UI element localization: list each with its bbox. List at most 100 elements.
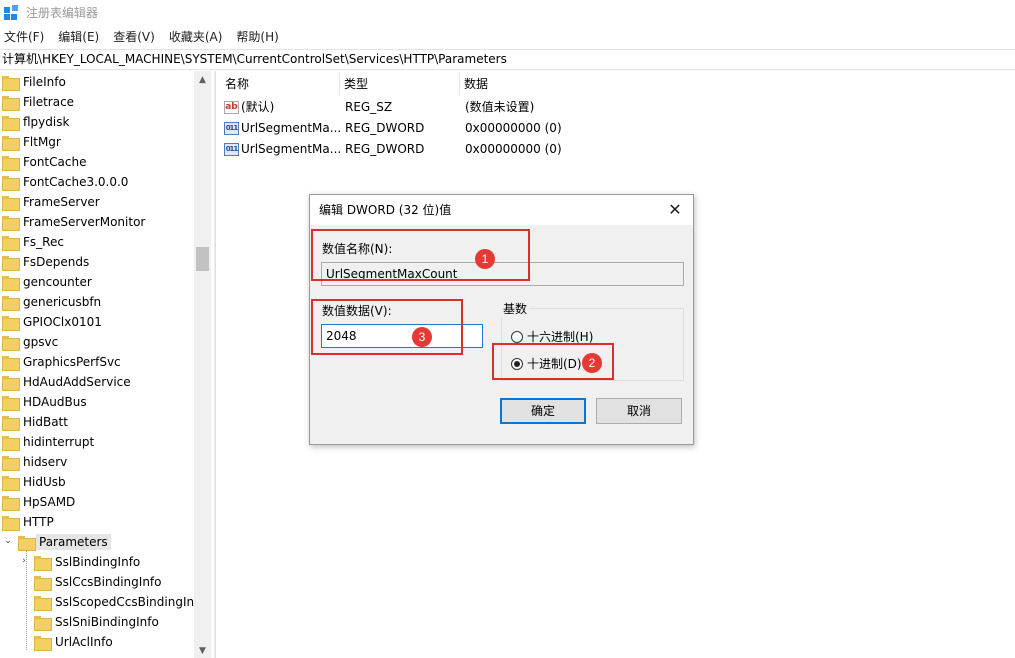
tree-item-label: Filetrace bbox=[23, 95, 75, 109]
column-header-name[interactable]: 名称 bbox=[221, 73, 340, 95]
menu-file[interactable]: 文件(F) bbox=[0, 27, 48, 47]
tree-item-label: flpydisk bbox=[23, 115, 70, 129]
value-row[interactable]: ab (默认) REG_SZ (数值未设置) bbox=[221, 96, 621, 117]
folder-icon bbox=[2, 435, 20, 451]
value-name: UrlSegmentMa... bbox=[241, 120, 342, 135]
value-name: (默认) bbox=[241, 100, 275, 114]
tree-child-item[interactable]: SslSniBindingInfo bbox=[34, 612, 159, 632]
tree-item[interactable]: GPIOClx0101 bbox=[2, 312, 102, 332]
base-label: 基数 bbox=[501, 300, 530, 317]
tree-item[interactable]: HpSAMD bbox=[2, 492, 75, 512]
tree-item[interactable]: flpydisk bbox=[2, 112, 69, 132]
tree-item[interactable]: HDAudBus bbox=[2, 392, 87, 412]
tree-item[interactable]: HidBatt bbox=[2, 412, 68, 432]
tree-item[interactable]: hidinterrupt bbox=[2, 432, 94, 452]
value-name: UrlSegmentMa... bbox=[241, 141, 342, 156]
tree-item-label: gpsvc bbox=[23, 335, 59, 349]
radio-unchecked-icon bbox=[511, 330, 523, 343]
tree-item[interactable]: FileInfo bbox=[2, 72, 66, 92]
folder-icon bbox=[2, 235, 20, 251]
annotation-box-1 bbox=[311, 229, 530, 281]
title-bar: 注册表编辑器 bbox=[0, 0, 1015, 25]
tree-item[interactable]: genericusbfn bbox=[2, 292, 101, 312]
tree-scrollbar[interactable]: ▲ ▼ bbox=[194, 71, 211, 658]
value-type: REG_SZ bbox=[345, 99, 393, 114]
folder-icon bbox=[2, 455, 20, 471]
tree-item[interactable]: hidserv bbox=[2, 452, 67, 472]
tree-item-label: FontCache bbox=[23, 155, 87, 169]
tree-item-label: FltMgr bbox=[23, 135, 61, 149]
folder-icon bbox=[2, 395, 20, 411]
tree-item[interactable]: GraphicsPerfSvc bbox=[2, 352, 121, 372]
value-data: 0x00000000 (0) bbox=[465, 141, 562, 156]
tree-item-label: UrlAclInfo bbox=[55, 635, 113, 649]
tree-child-item[interactable]: UrlAclInfo bbox=[34, 632, 113, 652]
tree-item-label: FrameServerMonitor bbox=[23, 215, 146, 229]
tree-item[interactable]: HTTP bbox=[2, 512, 54, 532]
tree-child-item[interactable]: SslScopedCcsBindingInf bbox=[34, 592, 194, 612]
value-data: (数值未设置) bbox=[465, 100, 535, 114]
tree-item[interactable]: HidUsb bbox=[2, 472, 66, 492]
folder-icon bbox=[2, 175, 20, 191]
folder-icon bbox=[2, 135, 20, 151]
tree-item[interactable]: FrameServerMonitor bbox=[2, 212, 145, 232]
column-header-type[interactable]: 类型 bbox=[340, 73, 460, 95]
close-icon[interactable]: ✕ bbox=[665, 200, 685, 220]
tree-item-label: GPIOClx0101 bbox=[23, 315, 102, 329]
tree-child-item[interactable]: SslBindingInfo bbox=[34, 552, 140, 572]
cancel-button[interactable]: 取消 bbox=[596, 398, 682, 424]
tree-item[interactable]: gencounter bbox=[2, 272, 92, 292]
menu-edit[interactable]: 编辑(E) bbox=[54, 27, 103, 47]
dialog-title: 编辑 DWORD (32 位)值 bbox=[310, 195, 693, 225]
tree-item[interactable]: FontCache bbox=[2, 152, 86, 172]
folder-icon bbox=[34, 635, 52, 651]
scroll-down-icon[interactable]: ▼ bbox=[194, 644, 211, 658]
menu-view[interactable]: 查看(V) bbox=[109, 27, 159, 47]
menu-favorites[interactable]: 收藏夹(A) bbox=[165, 27, 227, 47]
tree-item[interactable]: FrameServer bbox=[2, 192, 100, 212]
tree-item[interactable]: HdAudAddService bbox=[2, 372, 131, 392]
folder-icon bbox=[34, 575, 52, 591]
tree-item-label: HidUsb bbox=[23, 475, 66, 489]
value-row[interactable]: 011 UrlSegmentMa... REG_DWORD 0x00000000 … bbox=[221, 138, 621, 159]
folder-icon bbox=[2, 95, 20, 111]
expand-chevron-icon[interactable]: › bbox=[19, 556, 29, 566]
scroll-thumb[interactable] bbox=[196, 247, 209, 271]
tree-item-label: Parameters bbox=[36, 534, 111, 550]
tree-item-label: SslSniBindingInfo bbox=[55, 615, 159, 629]
column-header-data[interactable]: 数据 bbox=[460, 73, 620, 95]
address-bar[interactable]: 计算机\HKEY_LOCAL_MACHINE\SYSTEM\CurrentCon… bbox=[0, 49, 1015, 70]
tree-item[interactable]: FltMgr bbox=[2, 132, 61, 152]
annotation-box-3 bbox=[311, 299, 463, 355]
value-type: REG_DWORD bbox=[345, 141, 425, 156]
value-row[interactable]: 011 UrlSegmentMa... REG_DWORD 0x00000000 … bbox=[221, 117, 621, 138]
tree-item-label: FsDepends bbox=[23, 255, 90, 269]
binary-value-icon: 011 bbox=[224, 142, 239, 156]
folder-icon bbox=[2, 255, 20, 271]
folder-icon bbox=[34, 555, 52, 571]
tree-item[interactable]: Fs_Rec bbox=[2, 232, 64, 252]
tree-item[interactable]: gpsvc bbox=[2, 332, 58, 352]
annotation-marker-2: 2 bbox=[582, 353, 602, 373]
folder-icon bbox=[2, 315, 20, 331]
tree-item-label: HdAudAddService bbox=[23, 375, 131, 389]
folder-icon bbox=[2, 275, 20, 291]
collapse-chevron-icon[interactable]: ⌄ bbox=[3, 536, 13, 546]
registry-tree: FileInfo Filetrace flpydisk FltMgr FontCache… bbox=[0, 71, 194, 658]
scroll-up-icon[interactable]: ▲ bbox=[194, 73, 211, 87]
pane-splitter[interactable] bbox=[214, 71, 216, 658]
ok-button[interactable]: 确定 bbox=[500, 398, 586, 424]
tree-item-selected[interactable]: Parameters bbox=[18, 532, 111, 552]
tree-item[interactable]: FsDepends bbox=[2, 252, 89, 272]
tree-item-label: Fs_Rec bbox=[23, 235, 64, 249]
tree-item-label: HTTP bbox=[23, 515, 54, 529]
folder-icon bbox=[2, 75, 20, 91]
menu-help[interactable]: 帮助(H) bbox=[232, 27, 282, 47]
tree-child-item[interactable]: SslCcsBindingInfo bbox=[34, 572, 162, 592]
tree-item-label: hidserv bbox=[23, 455, 68, 469]
tree-item[interactable]: FontCache3.0.0.0 bbox=[2, 172, 128, 192]
tree-item-label: SslBindingInfo bbox=[55, 555, 141, 569]
tree-item[interactable]: Filetrace bbox=[2, 92, 74, 112]
folder-icon bbox=[2, 415, 20, 431]
folder-icon bbox=[2, 355, 20, 371]
